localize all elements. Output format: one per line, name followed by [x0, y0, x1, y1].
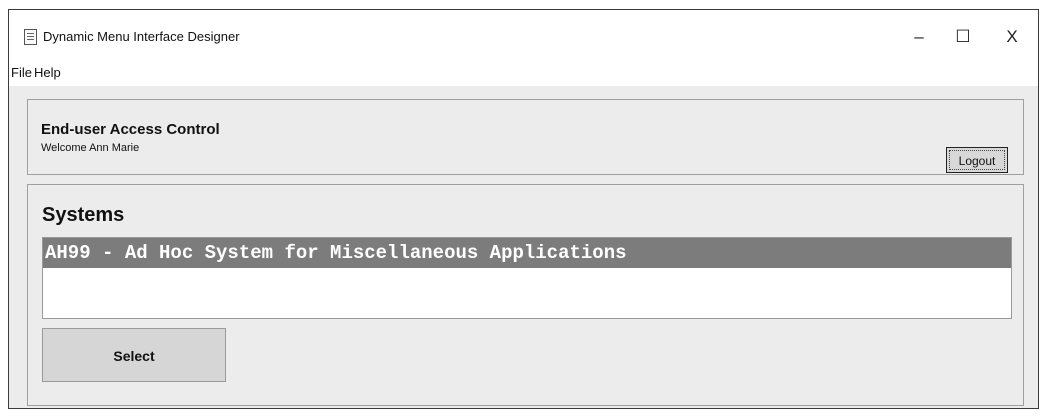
page-title: End-user Access Control	[41, 121, 220, 138]
welcome-text: Welcome Ann Marie	[41, 142, 140, 154]
title-bar[interactable]: Dynamic Menu Interface Designer – ☐ X	[9, 10, 1038, 62]
systems-list[interactable]: AH99 - Ad Hoc System for Miscellaneous A…	[42, 237, 1012, 319]
application-window: Dynamic Menu Interface Designer – ☐ X Fi…	[8, 9, 1039, 409]
menu-bar: File Help	[9, 62, 1038, 86]
screen: Dynamic Menu Interface Designer – ☐ X Fi…	[0, 0, 1048, 418]
close-icon[interactable]: X	[998, 26, 1026, 48]
minimize-icon[interactable]: –	[905, 26, 933, 48]
logout-button[interactable]: Logout	[946, 147, 1008, 173]
menu-file[interactable]: File	[11, 65, 32, 80]
menu-help[interactable]: Help	[34, 65, 61, 80]
java-cup-icon	[24, 29, 37, 45]
systems-heading: Systems	[42, 204, 125, 226]
systems-panel: Systems AH99 - Ad Hoc System for Miscell…	[27, 184, 1024, 406]
access-control-header-panel: End-user Access Control Welcome Ann Mari…	[27, 99, 1024, 175]
list-item[interactable]: AH99 - Ad Hoc System for Miscellaneous A…	[43, 238, 1011, 268]
select-button[interactable]: Select	[42, 328, 226, 382]
maximize-icon[interactable]: ☐	[949, 26, 977, 48]
window-title: Dynamic Menu Interface Designer	[43, 29, 240, 44]
